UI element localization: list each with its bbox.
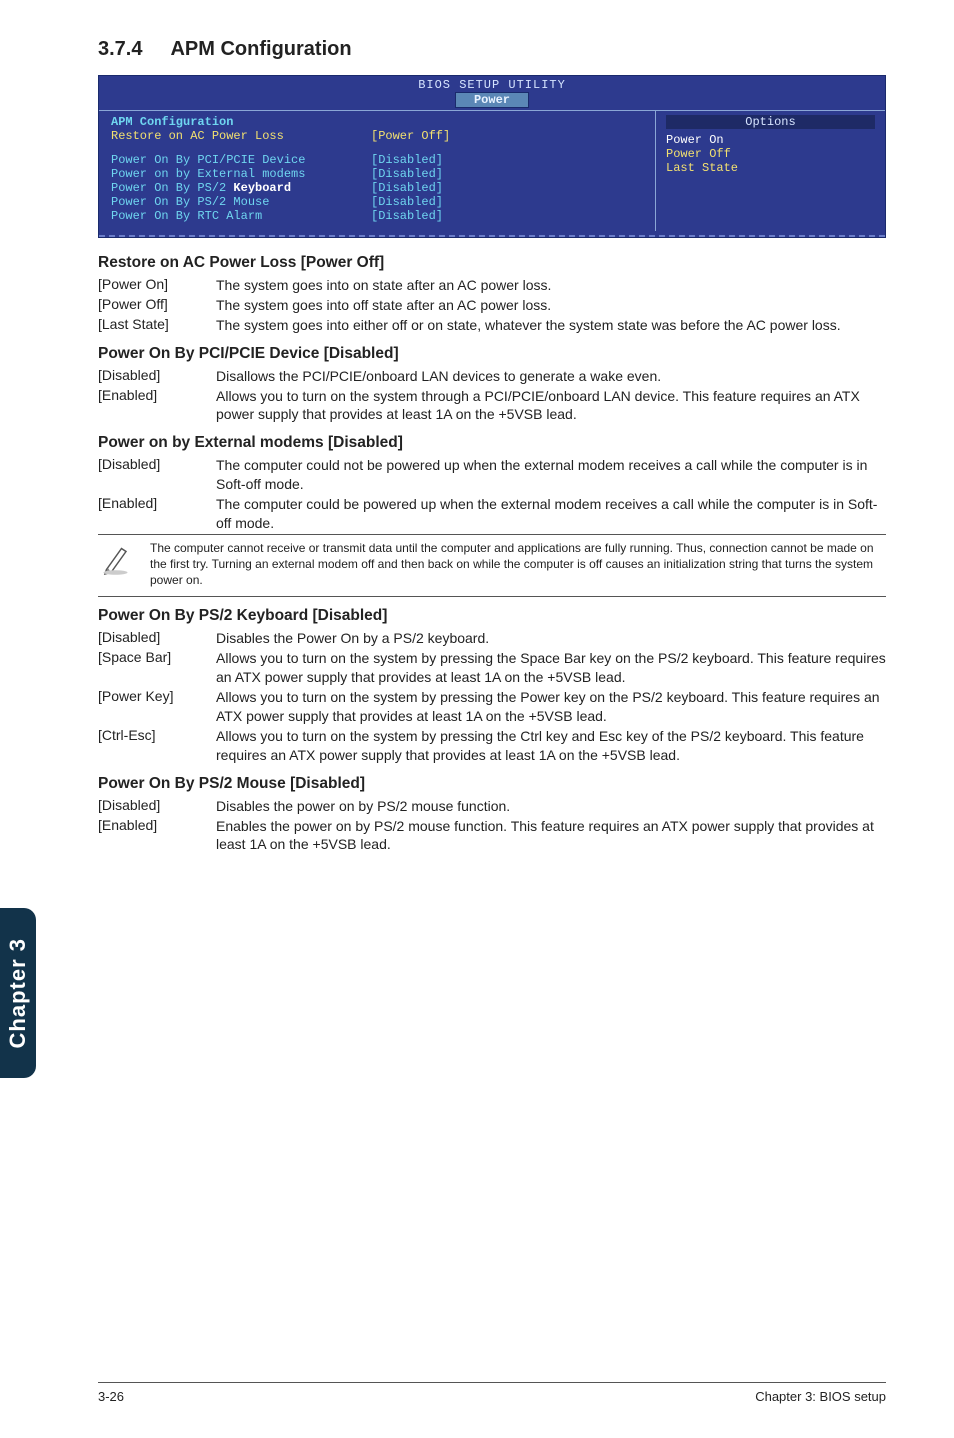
bios-tab-power: Power <box>455 92 529 108</box>
note-rule <box>98 596 886 597</box>
definition-term: [Enabled] <box>98 817 216 855</box>
pencil-icon <box>98 541 136 582</box>
definition-desc: Allows you to turn on the system by pres… <box>216 688 886 726</box>
definition-desc: Disables the Power On by a PS/2 keyboard… <box>216 629 489 648</box>
definition-desc: The computer could not be powered up whe… <box>216 456 886 494</box>
bios-item-label: Power On By RTC Alarm <box>111 209 371 223</box>
definition-term: [Disabled] <box>98 456 216 494</box>
bios-item-label: Power On By PCI/PCIE Device <box>111 153 371 167</box>
definition-row: [Power Off]The system goes into off stat… <box>98 296 886 315</box>
definition-desc: The system goes into off state after an … <box>216 296 551 315</box>
bios-right-panel: Options Power OnPower OffLast State <box>655 111 885 231</box>
definition-term: [Power Key] <box>98 688 216 726</box>
section-title: APM Configuration <box>170 38 351 60</box>
definition-row: [Enabled]Enables the power on by PS/2 mo… <box>98 817 886 855</box>
definition-term: [Disabled] <box>98 797 216 816</box>
definition-desc: Disables the power on by PS/2 mouse func… <box>216 797 510 816</box>
subsection-heading: Power On By PS/2 Keyboard [Disabled] <box>98 607 886 625</box>
definition-row: [Power On]The system goes into on state … <box>98 276 886 295</box>
definition-row: [Last State]The system goes into either … <box>98 316 886 335</box>
definition-row: [Disabled]Disallows the PCI/PCIE/onboard… <box>98 367 886 386</box>
definition-desc: Allows you to turn on the system through… <box>216 387 886 425</box>
bios-item-value: [Disabled] <box>371 153 443 167</box>
note-box: The computer cannot receive or transmit … <box>98 541 886 588</box>
bios-item-value: [Disabled] <box>371 181 443 195</box>
definition-term: [Disabled] <box>98 367 216 386</box>
definition-term: [Ctrl-Esc] <box>98 727 216 765</box>
bios-option: Last State <box>666 161 875 175</box>
footer-page-number: 3-26 <box>98 1389 124 1404</box>
definition-row: [Disabled]Disables the power on by PS/2 … <box>98 797 886 816</box>
bios-item-value: [Disabled] <box>371 195 443 209</box>
bios-restore-value: [Power Off] <box>371 129 450 143</box>
definition-term: [Power On] <box>98 276 216 295</box>
definition-desc: The computer could be powered up when th… <box>216 495 886 533</box>
bios-setup-box: BIOS SETUP UTILITY Power APM Configurati… <box>98 75 886 238</box>
section-heading: 3.7.4 APM Configuration <box>98 38 886 61</box>
subsection-heading: Power On By PCI/PCIE Device [Disabled] <box>98 345 886 363</box>
definition-row: [Ctrl-Esc]Allows you to turn on the syst… <box>98 727 886 765</box>
bios-title: BIOS SETUP UTILITY <box>99 76 885 92</box>
definition-desc: Allows you to turn on the system by pres… <box>216 727 886 765</box>
chapter-side-tab: Chapter 3 <box>0 908 36 1078</box>
bios-tab-row: Power <box>99 92 885 110</box>
definition-row: [Power Key]Allows you to turn on the sys… <box>98 688 886 726</box>
bios-separator <box>99 235 885 237</box>
footer-chapter: Chapter 3: BIOS setup <box>755 1389 886 1404</box>
subsection-heading: Restore on AC Power Loss [Power Off] <box>98 254 886 272</box>
bios-item-value: [Disabled] <box>371 167 443 181</box>
bios-section-title: APM Configuration <box>111 115 643 129</box>
definition-term: [Power Off] <box>98 296 216 315</box>
note-text: The computer cannot receive or transmit … <box>150 541 886 588</box>
definition-desc: The system goes into on state after an A… <box>216 276 551 295</box>
definition-desc: The system goes into either off or on st… <box>216 316 841 335</box>
definition-desc: Allows you to turn on the system by pres… <box>216 649 886 687</box>
section-number: 3.7.4 <box>98 38 142 60</box>
bios-option: Power On <box>666 133 875 147</box>
note-rule <box>98 534 886 535</box>
bios-item-value: [Disabled] <box>371 209 443 223</box>
definition-row: [Enabled]The computer could be powered u… <box>98 495 886 533</box>
definition-term: [Enabled] <box>98 495 216 533</box>
definition-desc: Enables the power on by PS/2 mouse funct… <box>216 817 886 855</box>
bios-item-label: Power On By PS/2 Mouse <box>111 195 371 209</box>
bios-options-heading: Options <box>666 115 875 129</box>
definition-row: [Disabled]The computer could not be powe… <box>98 456 886 494</box>
bios-item-label: Power On By PS/2 Keyboard <box>111 181 371 195</box>
definition-term: [Enabled] <box>98 387 216 425</box>
definition-term: [Last State] <box>98 316 216 335</box>
bios-item-label: Power on by External modems <box>111 167 371 181</box>
bios-left-panel: APM Configuration Restore on AC Power Lo… <box>99 111 655 231</box>
chapter-side-label: Chapter 3 <box>5 938 31 1048</box>
page-footer: 3-26 Chapter 3: BIOS setup <box>98 1382 886 1404</box>
definition-term: [Space Bar] <box>98 649 216 687</box>
subsection-heading: Power On By PS/2 Mouse [Disabled] <box>98 775 886 793</box>
definition-row: [Disabled]Disables the Power On by a PS/… <box>98 629 886 648</box>
definition-row: [Enabled]Allows you to turn on the syste… <box>98 387 886 425</box>
subsection-heading: Power on by External modems [Disabled] <box>98 434 886 452</box>
definition-row: [Space Bar]Allows you to turn on the sys… <box>98 649 886 687</box>
bios-option: Power Off <box>666 147 875 161</box>
definition-desc: Disallows the PCI/PCIE/onboard LAN devic… <box>216 367 661 386</box>
definition-term: [Disabled] <box>98 629 216 648</box>
bios-restore-label: Restore on AC Power Loss <box>111 129 371 143</box>
